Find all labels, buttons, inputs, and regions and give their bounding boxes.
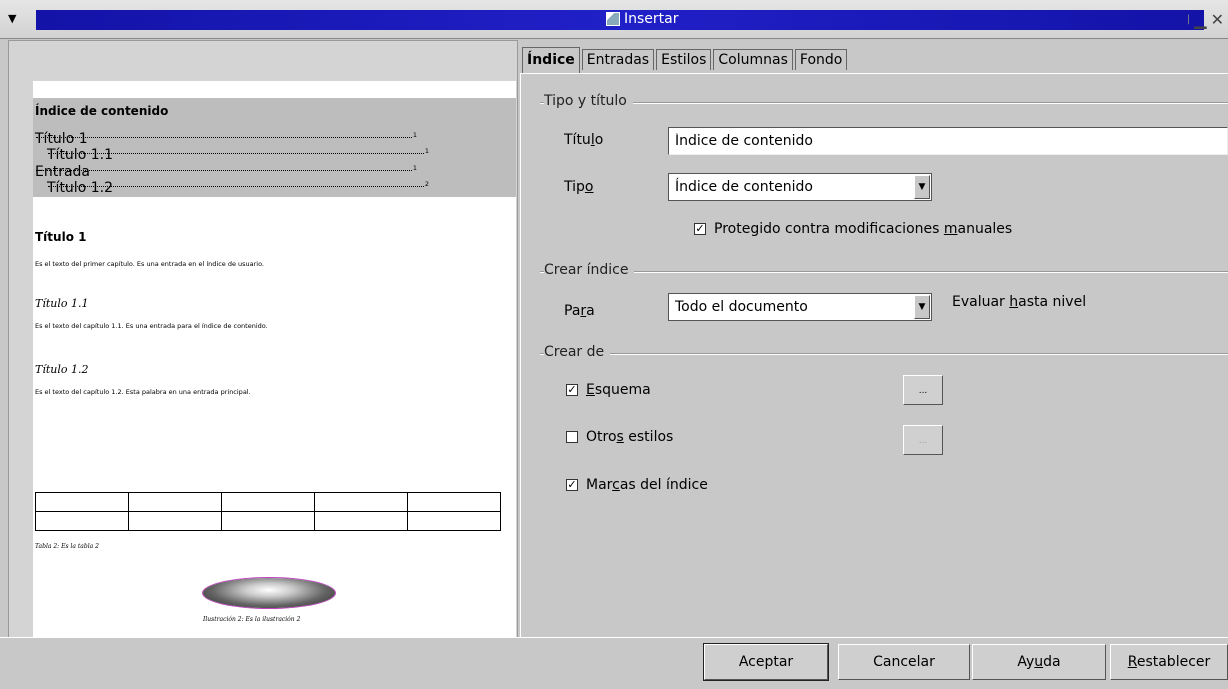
preview-page: Índice de contenido Título 11 Título 1.1… — [33, 81, 516, 637]
other-styles-dots-button[interactable]: ... — [903, 425, 943, 455]
reset-button[interactable]: Restablecer — [1110, 644, 1228, 680]
group-divider — [540, 353, 1228, 355]
index-marks-label: Marcas del índice — [586, 477, 708, 493]
window-titlebar[interactable]: ▼ Insertar | ▁ ✕ — [0, 0, 1228, 39]
cancel-button[interactable]: Cancelar — [838, 644, 970, 680]
outline-dots-button[interactable]: ... — [903, 375, 943, 405]
minimize-icon[interactable]: ▁ — [1194, 10, 1206, 29]
tab-panel — [520, 73, 1228, 637]
document-icon — [606, 12, 620, 26]
ok-button[interactable]: Aceptar — [704, 644, 828, 680]
help-button[interactable]: Ayuda — [972, 644, 1106, 680]
tab-bar: Índice Entradas Estilos Columnas Fondo — [522, 47, 849, 73]
group-create-from: Crear de — [544, 344, 611, 360]
preview-heading-1-2: Título 1.2 — [35, 363, 89, 376]
close-icon[interactable]: ✕ — [1211, 10, 1224, 29]
title-label: Título — [564, 132, 604, 148]
for-select-value: Todo el documento — [675, 299, 808, 315]
group-divider — [540, 271, 1228, 273]
dropdown-arrow-icon[interactable]: ▼ — [914, 175, 930, 199]
window-title-text: Insertar — [624, 11, 679, 27]
type-select-value: Índice de contenido — [675, 179, 813, 195]
dialog-footer: Aceptar Cancelar Ayuda Restablecer — [0, 637, 1228, 689]
tab-indice[interactable]: Índice — [522, 47, 580, 73]
title-bar-band: Insertar — [36, 10, 1204, 30]
preview-table — [35, 492, 501, 531]
down-triangle-icon[interactable]: ▼ — [8, 12, 16, 25]
for-label: Para — [564, 303, 595, 319]
tab-estilos[interactable]: Estilos — [656, 49, 712, 70]
group-divider — [540, 102, 1228, 104]
toc-title: Índice de contenido — [35, 104, 169, 118]
type-select[interactable]: Índice de contenido ▼ — [668, 173, 932, 201]
separator-icon: | — [1186, 14, 1191, 25]
outline-checkbox[interactable]: ✓ — [566, 384, 578, 396]
preview-heading-1: Título 1 — [35, 230, 87, 244]
tab-entradas[interactable]: Entradas — [581, 49, 655, 70]
toc-entry: Título 1.2 2 — [47, 180, 429, 196]
title-field[interactable] — [668, 127, 1228, 155]
preview-image — [203, 578, 335, 608]
toc-entry: Título 1.1 1 — [47, 147, 429, 163]
window-title: Insertar — [606, 11, 679, 27]
preview-paragraph: Es el texto del capítulo 1.2. Esta palab… — [35, 388, 251, 396]
preview-toc: Índice de contenido Título 11 Título 1.1… — [33, 98, 516, 197]
preview-paragraph: Es el texto del capítulo 1.1. Es una ent… — [35, 322, 268, 330]
toc-entry: Entrada 1 — [35, 164, 417, 180]
other-styles-label: Otros estilos — [586, 429, 674, 445]
dropdown-arrow-icon[interactable]: ▼ — [914, 295, 930, 319]
type-label: Tipo — [564, 179, 594, 195]
eval-level-label: Evaluar hasta nivel — [952, 294, 1087, 310]
image-caption: Ilustración 2: Es la ilustración 2 — [203, 616, 301, 623]
protected-label: Protegido contra modificaciones manuales — [714, 221, 1013, 237]
group-type-title: Tipo y título — [544, 93, 633, 109]
preview-pane: Índice de contenido Título 11 Título 1.1… — [8, 40, 518, 638]
other-styles-checkbox[interactable] — [566, 431, 578, 443]
protected-checkbox[interactable]: ✓ — [694, 223, 706, 235]
tab-columnas[interactable]: Columnas — [713, 49, 793, 70]
group-create-index: Crear índice — [544, 262, 635, 278]
toc-entry: Título 11 — [35, 131, 417, 147]
table-caption: Tabla 2: Es la tabla 2 — [35, 543, 99, 550]
outline-label: Esquema — [586, 382, 651, 398]
preview-paragraph: Es el texto del primer capítulo. Es una … — [35, 260, 265, 268]
for-select[interactable]: Todo el documento ▼ — [668, 293, 932, 321]
index-marks-checkbox[interactable]: ✓ — [566, 479, 578, 491]
preview-heading-1-1: Título 1.1 — [35, 297, 89, 310]
tab-fondo[interactable]: Fondo — [794, 49, 848, 70]
